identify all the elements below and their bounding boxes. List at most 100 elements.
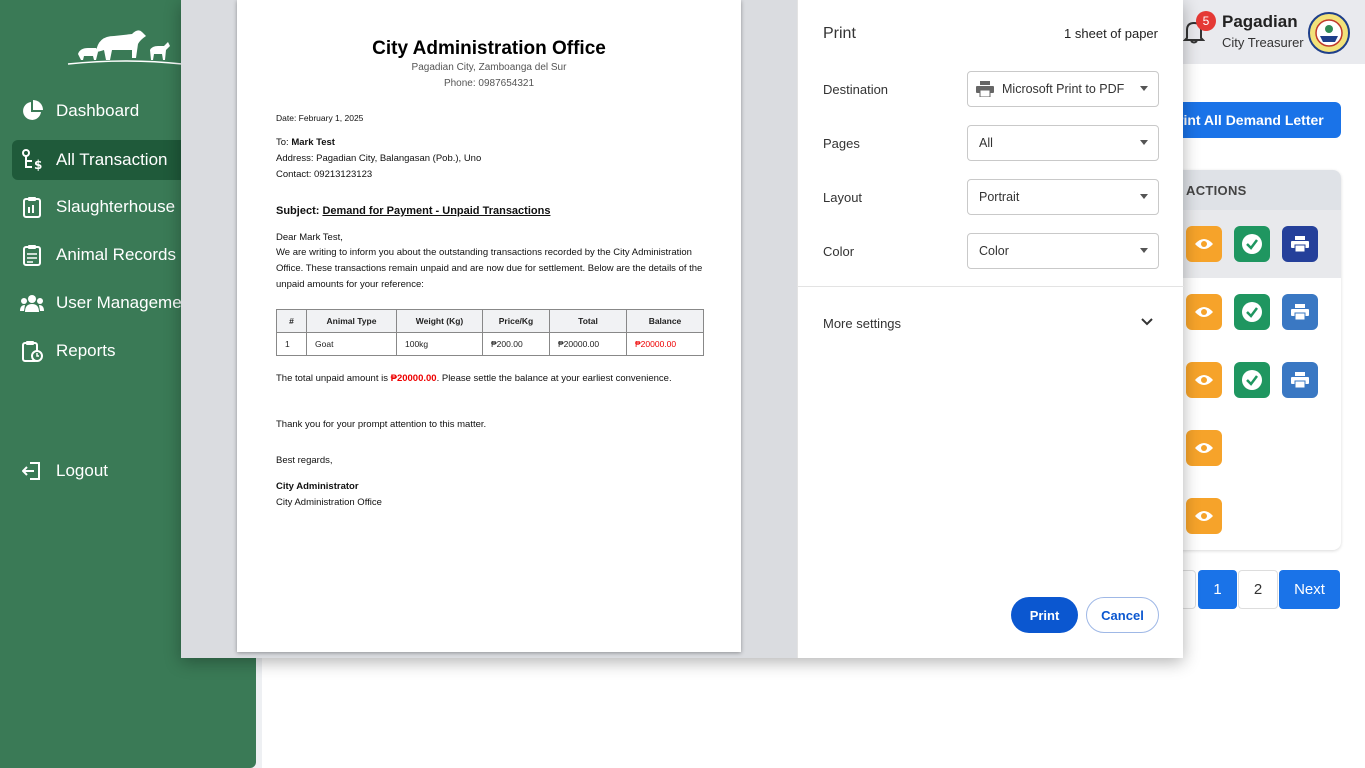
subject-prefix: Subject: xyxy=(276,205,323,217)
document-title: City Administration Office xyxy=(372,38,606,59)
users-icon xyxy=(20,291,44,315)
print-preview: City Administration Office Pagadian City… xyxy=(181,0,797,658)
approve-button[interactable] xyxy=(1234,362,1270,398)
total-amount: ₱20000.00 xyxy=(390,373,437,384)
sidebar-item-label: All Transaction xyxy=(56,150,168,169)
pagination-next-button[interactable]: Next xyxy=(1279,570,1340,609)
printer-icon xyxy=(976,81,994,97)
pagination-page-1[interactable]: 1 xyxy=(1198,570,1237,609)
sidebar-item-label: Dashboard xyxy=(56,101,140,120)
eye-icon xyxy=(1195,511,1213,521)
chevron-down-icon[interactable] xyxy=(1141,318,1153,326)
column-header: # xyxy=(276,309,307,333)
user-name: Pagadian xyxy=(1222,12,1298,31)
signatory-office: City Administration Office xyxy=(276,497,382,508)
print-button[interactable] xyxy=(1282,294,1318,330)
color-select[interactable]: Color xyxy=(967,233,1159,269)
print-button[interactable] xyxy=(1282,226,1318,262)
table-row xyxy=(1170,210,1341,278)
city-seal-avatar[interactable] xyxy=(1308,12,1350,54)
color-label: Color xyxy=(823,244,855,259)
pages-label: Pages xyxy=(823,136,860,151)
eye-icon xyxy=(1195,443,1213,453)
svg-text:$: $ xyxy=(34,158,42,171)
document-date: Date: February 1, 2025 xyxy=(276,113,364,123)
printer-icon xyxy=(1291,304,1309,320)
table-cell: 100kg xyxy=(396,332,483,356)
print-submit-button[interactable]: Print xyxy=(1011,597,1078,633)
approve-button[interactable] xyxy=(1234,294,1270,330)
document-address: Pagadian City, Zamboanga del Sur xyxy=(411,62,567,73)
document-greeting: Dear Mark Test, xyxy=(276,232,343,243)
signatory-name: City Administrator xyxy=(276,481,359,492)
table-header-row: # Animal Type Weight (Kg) Price/Kg Total… xyxy=(276,309,704,333)
transactions-table: ACTIONS xyxy=(1170,170,1341,550)
view-button[interactable] xyxy=(1186,294,1222,330)
recipient-address: Address: Pagadian City, Balangasan (Pob.… xyxy=(276,153,482,164)
eye-icon xyxy=(1195,239,1213,249)
livestock-logo xyxy=(67,30,183,65)
document-subject: Subject: Demand for Payment - Unpaid Tra… xyxy=(276,205,550,217)
logout-label: Logout xyxy=(56,461,108,480)
closing-line: Best regards, xyxy=(276,455,333,466)
settings-divider xyxy=(798,286,1184,287)
thank-you-line: Thank you for your prompt attention to t… xyxy=(276,419,487,430)
check-circle-icon xyxy=(1242,234,1262,254)
pagination-page-2[interactable]: 2 xyxy=(1238,570,1278,609)
records-icon xyxy=(20,243,44,267)
recipient-contact: Contact: 09213123123 xyxy=(276,169,373,180)
dropdown-caret-icon xyxy=(1140,248,1148,253)
dropdown-caret-icon xyxy=(1140,140,1148,145)
dropdown-caret-icon xyxy=(1140,86,1148,91)
transaction-icon: $ xyxy=(20,148,44,172)
table-cell: Goat xyxy=(306,332,397,356)
preview-page: City Administration Office Pagadian City… xyxy=(237,0,741,652)
print-button[interactable] xyxy=(1282,362,1318,398)
table-cell: ₱200.00 xyxy=(482,332,550,356)
column-header: Total xyxy=(549,309,627,333)
layout-value: Portrait xyxy=(979,190,1020,204)
report-icon xyxy=(20,339,44,363)
printer-icon xyxy=(1291,372,1309,388)
sidebar-item-label: Reports xyxy=(56,341,116,360)
user-role: City Treasurer xyxy=(1222,35,1304,50)
sheet-count: 1 sheet of paper xyxy=(1064,26,1158,41)
more-settings-toggle[interactable]: More settings xyxy=(823,316,901,331)
sidebar-item-label: Animal Records xyxy=(56,245,176,264)
subject-text: Demand for Payment - Unpaid Transactions xyxy=(322,205,551,217)
pie-chart-icon xyxy=(20,99,44,123)
view-button[interactable] xyxy=(1186,362,1222,398)
view-button[interactable] xyxy=(1186,226,1222,262)
view-button[interactable] xyxy=(1186,498,1222,534)
table-row xyxy=(1170,482,1341,550)
column-header: Animal Type xyxy=(306,309,397,333)
cancel-button[interactable]: Cancel xyxy=(1086,597,1159,633)
sidebar-item-label: Slaughterhouse R xyxy=(56,197,193,216)
destination-value: Microsoft Print to PDF xyxy=(1002,82,1125,96)
total-prefix: The total unpaid amount is xyxy=(276,373,391,384)
destination-select[interactable]: Microsoft Print to PDF xyxy=(967,71,1159,107)
column-header: Price/Kg xyxy=(482,309,550,333)
print-dialog: City Administration Office Pagadian City… xyxy=(181,0,1184,658)
table-row: 1 Goat 100kg ₱200.00 ₱20000.00 ₱20000.00 xyxy=(276,332,704,356)
unpaid-transactions-table: # Animal Type Weight (Kg) Price/Kg Total… xyxy=(276,309,704,356)
eye-icon xyxy=(1195,307,1213,317)
print-all-demand-letter-button[interactable]: rint All Demand Letter xyxy=(1170,102,1341,138)
check-circle-icon xyxy=(1242,302,1262,322)
eye-icon xyxy=(1195,375,1213,385)
print-dialog-title: Print xyxy=(823,25,856,42)
column-header: Weight (Kg) xyxy=(396,309,483,333)
layout-select[interactable]: Portrait xyxy=(967,179,1159,215)
printer-icon xyxy=(1291,236,1309,252)
approve-button[interactable] xyxy=(1234,226,1270,262)
pages-select[interactable]: All xyxy=(967,125,1159,161)
column-header: Balance xyxy=(626,309,704,333)
destination-label: Destination xyxy=(823,82,889,97)
view-button[interactable] xyxy=(1186,430,1222,466)
recipient-name: Mark Test xyxy=(291,137,335,148)
table-cell: 1 xyxy=(276,332,307,356)
document-body: We are writing to inform you about the o… xyxy=(276,247,703,290)
sidebar-item-label: User Managemen xyxy=(56,293,192,312)
table-row xyxy=(1170,414,1341,482)
table-cell-balance: ₱20000.00 xyxy=(626,332,704,356)
